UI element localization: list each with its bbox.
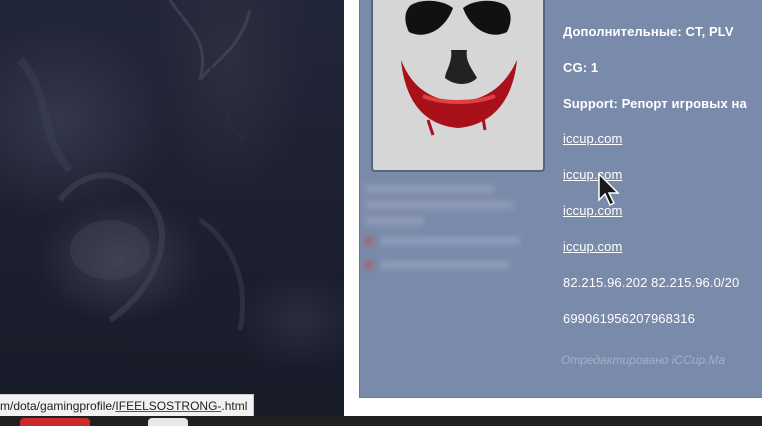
taskbar-app-white[interactable] bbox=[148, 418, 188, 426]
mouse-pointer-icon bbox=[597, 172, 625, 213]
cg-info: CG: 1 bbox=[563, 60, 599, 75]
ip-addresses: 82.215.96.202 82.215.96.0/20 bbox=[563, 275, 740, 290]
id-number: 699061956207968316 bbox=[563, 311, 695, 326]
iccup-link-1[interactable]: iccup.com bbox=[563, 131, 622, 146]
status-url-suffix: .html bbox=[221, 399, 248, 413]
background-artwork bbox=[0, 0, 344, 416]
status-url-highlight: IFEELSOSTRONG- bbox=[115, 399, 222, 413]
taskbar bbox=[0, 416, 762, 426]
joker-face-avatar-icon bbox=[401, 0, 517, 136]
status-url-prefix: m/dota/gamingprofile/ bbox=[0, 399, 116, 413]
user-avatar[interactable] bbox=[371, 0, 545, 172]
blurred-info-block bbox=[364, 178, 528, 278]
additional-info: Дополнительные: CT, PLV bbox=[563, 24, 734, 39]
edited-note: Отредактировано iCCup.Ma bbox=[561, 353, 726, 367]
artwork-shapes bbox=[17, 0, 252, 331]
support-info: Support: Репорт игровых на bbox=[563, 96, 747, 111]
iccup-link-4[interactable]: iccup.com bbox=[563, 239, 622, 254]
taskbar-app-red[interactable] bbox=[20, 418, 90, 426]
link-status-bar: m/dota/gamingprofile/IFEELSOSTRONG-.html bbox=[0, 394, 255, 418]
